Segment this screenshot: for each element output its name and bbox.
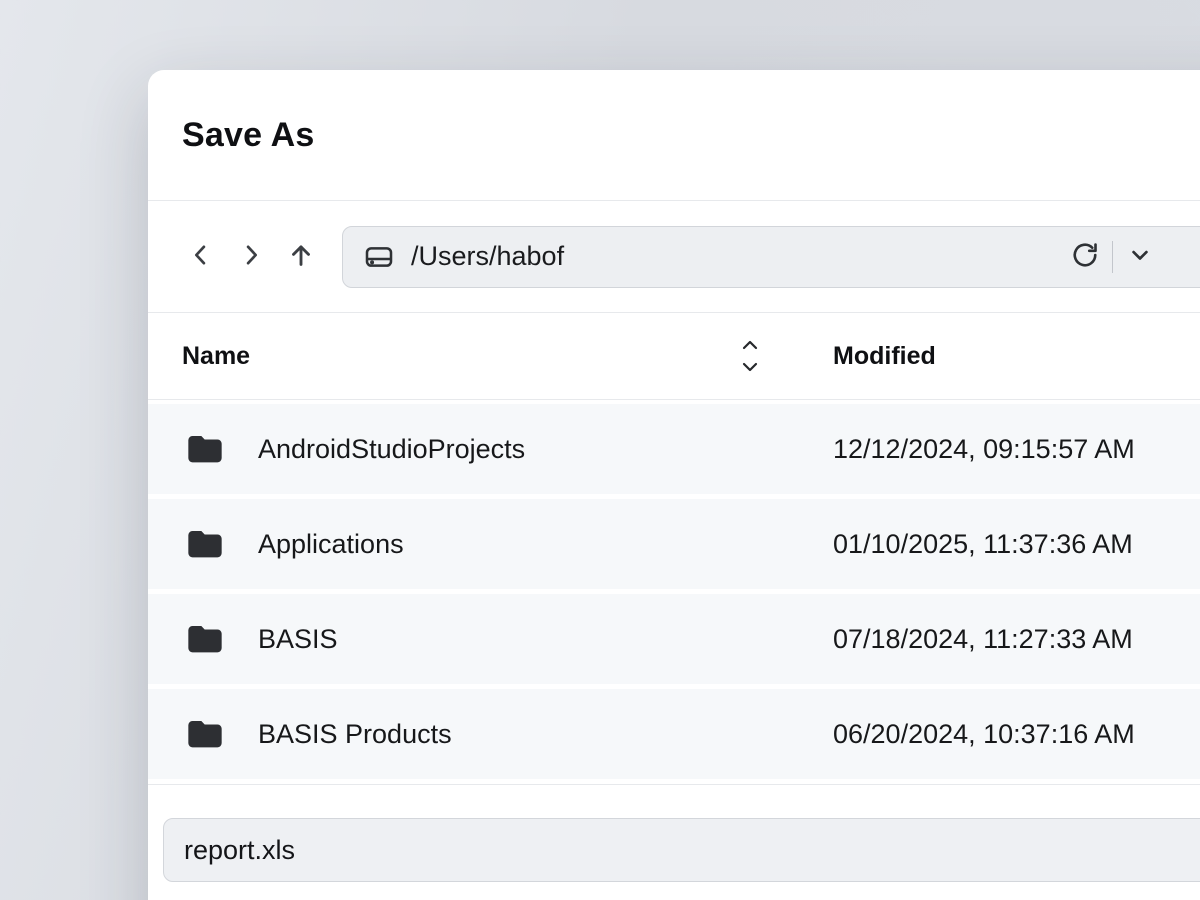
forward-button[interactable] (232, 238, 270, 276)
file-row-basis[interactable]: BASIS 07/18/2024, 11:27:33 AM (148, 594, 1200, 684)
file-name: AndroidStudioProjects (258, 434, 525, 465)
path-field[interactable] (342, 226, 1200, 288)
vertical-separator (1112, 241, 1114, 273)
file-list: AndroidStudioProjects 12/12/2024, 09:15:… (148, 400, 1200, 779)
file-row-basis-products[interactable]: BASIS Products 06/20/2024, 10:37:16 AM (148, 689, 1200, 779)
file-modified: 01/10/2025, 11:37:36 AM (833, 529, 1133, 560)
column-header-modified[interactable]: Modified (833, 342, 936, 371)
path-dropdown-button[interactable] (1121, 238, 1159, 276)
file-row-applications[interactable]: Applications 01/10/2025, 11:37:36 AM (148, 499, 1200, 589)
folder-icon (182, 429, 228, 469)
save-as-dialog: Save As (148, 70, 1200, 900)
file-modified: 12/12/2024, 09:15:57 AM (833, 434, 1135, 465)
path-field-actions (1066, 227, 1160, 287)
filename-section (148, 785, 1200, 882)
refresh-button[interactable] (1066, 238, 1104, 276)
filename-input[interactable] (163, 818, 1200, 882)
column-header-name[interactable]: Name (182, 342, 250, 371)
folder-icon (182, 524, 228, 564)
dialog-title: Save As (182, 116, 314, 155)
refresh-icon (1070, 240, 1100, 273)
sort-chevron-down-icon (740, 360, 760, 375)
file-modified: 06/20/2024, 10:37:16 AM (833, 719, 1135, 750)
file-name: Applications (258, 529, 404, 560)
navigation-toolbar (148, 201, 1200, 312)
dialog-header: Save As (148, 70, 1200, 200)
chevron-left-icon (187, 241, 215, 272)
folder-icon (182, 714, 228, 754)
file-name: BASIS (258, 624, 338, 655)
sort-chevron-up-icon (740, 338, 760, 353)
sort-button[interactable] (736, 334, 764, 379)
file-table-header: Name Modified (148, 313, 1200, 399)
chevron-right-icon (237, 241, 265, 272)
file-modified: 07/18/2024, 11:27:33 AM (833, 624, 1133, 655)
chevron-down-icon (1126, 241, 1154, 272)
back-button[interactable] (182, 238, 220, 276)
up-button[interactable] (282, 238, 320, 276)
file-name: BASIS Products (258, 719, 452, 750)
arrow-up-icon (286, 240, 316, 273)
hard-drive-icon (363, 241, 395, 273)
folder-icon (182, 619, 228, 659)
file-row-androidstudioprojects[interactable]: AndroidStudioProjects 12/12/2024, 09:15:… (148, 404, 1200, 494)
